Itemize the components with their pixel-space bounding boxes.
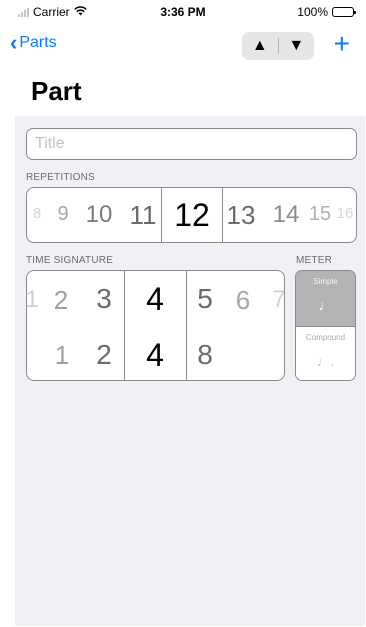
numerator-option[interactable]: 5 [197,285,213,313]
repetitions-option[interactable]: 16 [337,206,354,221]
repetitions-option[interactable]: 15 [309,204,331,224]
battery-info: 100% [297,5,356,19]
repetitions-option[interactable]: 9 [57,204,68,224]
battery-percent: 100% [297,5,328,19]
repetitions-option[interactable]: 11 [130,202,157,228]
numerator-option[interactable]: 7 [272,288,284,312]
page-title: Part [31,76,82,106]
repetitions-label: REPETITIONS [26,172,95,183]
denominator-option[interactable]: 8 [197,341,213,369]
meter-option-label: Simple [313,277,338,286]
denominator-option[interactable]: 2 [96,341,112,369]
time-signature-label: TIME SIGNATURE [26,255,114,266]
move-segmented-control: ▲ ▼ [242,32,314,60]
numerator-option[interactable]: 6 [236,287,250,313]
battery-icon [332,7,356,17]
back-button[interactable]: ‹ Parts [10,30,57,55]
repetitions-option[interactable]: 8 [33,206,41,221]
meter-picker[interactable]: Simple ♩ Compound ♩. [295,270,356,381]
selection-divider-right [186,271,187,380]
numerator-option[interactable]: 3 [96,285,112,313]
add-button[interactable]: + [334,29,350,59]
dotted-quarter-note-icon: ♩. [316,353,335,369]
back-label: Parts [19,34,57,51]
meter-option-compound[interactable]: Compound ♩. [296,327,355,380]
title-input[interactable]: Title [26,128,357,160]
repetitions-option[interactable]: 10 [86,203,113,227]
navigation-bar: ‹ Parts ▲ ▼ + [0,22,366,72]
numerator-option[interactable]: 1 [27,288,39,312]
move-up-button[interactable]: ▲ [242,37,278,55]
denominator-selected[interactable]: 4 [146,339,164,371]
numerator-option[interactable]: 2 [54,287,68,313]
meter-option-simple[interactable]: Simple ♩ [296,271,355,326]
quarter-note-icon: ♩ [318,297,333,313]
numerator-selected[interactable]: 4 [146,283,164,315]
move-down-button[interactable]: ▼ [279,37,315,55]
meter-option-label: Compound [305,333,346,342]
chevron-left-icon: ‹ [10,30,18,55]
part-form: Title REPETITIONS 8 9 10 11 12 13 14 15 … [15,116,365,626]
denominator-option[interactable]: 1 [55,342,69,368]
time-signature-picker[interactable]: 1 2 3 4 5 6 7 1 2 4 8 [26,270,285,381]
repetitions-option[interactable]: 14 [273,203,300,227]
selection-divider-right [222,188,223,242]
meter-label: METER [296,255,332,266]
selection-divider-left [124,271,125,380]
selection-divider-left [161,188,162,242]
repetitions-option[interactable]: 13 [227,202,256,228]
status-bar: Carrier 3:36 PM 100% [0,0,366,22]
repetitions-picker[interactable]: 8 9 10 11 12 13 14 15 16 [26,187,357,243]
repetitions-selected[interactable]: 12 [174,199,210,231]
